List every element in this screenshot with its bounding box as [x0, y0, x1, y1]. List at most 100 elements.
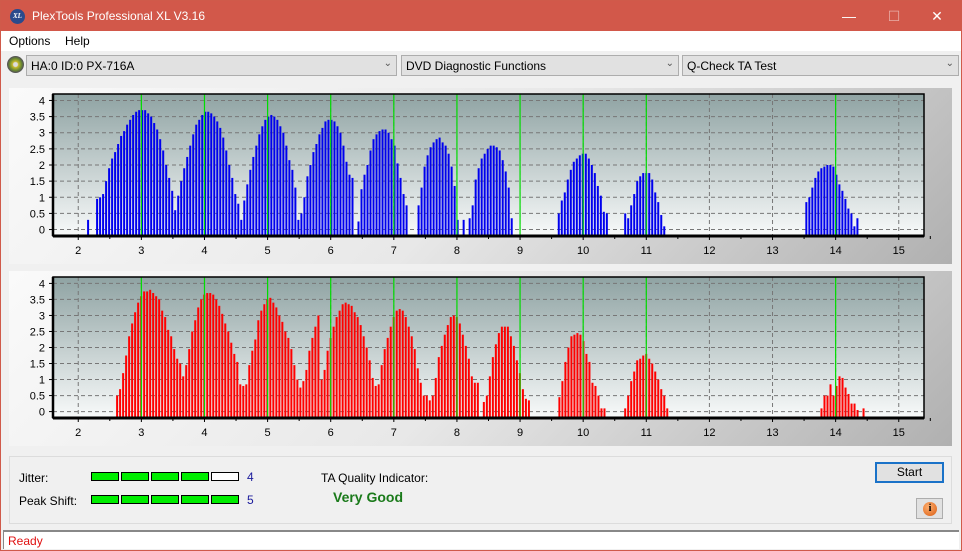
bar: [642, 355, 645, 418]
bar: [591, 382, 594, 418]
x-tick-label: 15: [893, 245, 905, 257]
peak-shift-meter-segment: [121, 495, 149, 504]
bar: [165, 165, 168, 236]
bar: [826, 395, 829, 418]
bar: [293, 365, 296, 418]
bar: [297, 219, 300, 236]
bar: [507, 187, 510, 236]
bar: [495, 147, 498, 236]
jitter-meter-segment: [151, 472, 179, 481]
bar: [630, 205, 633, 236]
bar: [269, 297, 272, 418]
bar: [377, 384, 380, 418]
jitter-meter-segment: [121, 472, 149, 481]
menu-options[interactable]: Options: [9, 34, 50, 48]
bar: [826, 165, 829, 236]
bar: [648, 358, 651, 418]
bar: [524, 398, 527, 418]
bar: [219, 127, 222, 236]
bar: [152, 293, 155, 418]
bar: [252, 156, 255, 236]
x-tick-label: 14: [830, 245, 842, 257]
bar: [326, 350, 329, 418]
bar: [245, 384, 248, 418]
function-group-select[interactable]: DVD Diagnostic Functions ⌄: [401, 55, 679, 76]
bar: [401, 310, 404, 418]
jitter-meter-segment: [211, 472, 239, 481]
bar: [366, 165, 369, 236]
bar: [350, 305, 353, 418]
bar: [198, 119, 201, 236]
bar: [579, 334, 582, 418]
bar: [437, 357, 440, 418]
x-tick-label: 3: [138, 245, 144, 257]
menu-bar: Options Help: [1, 31, 961, 51]
bar: [294, 187, 297, 236]
y-tick-label: 3: [39, 128, 45, 140]
bar: [164, 317, 167, 418]
bar: [829, 384, 832, 418]
minimize-button[interactable]: —: [826, 1, 872, 31]
bar: [419, 382, 422, 418]
quality-label: TA Quality Indicator:: [321, 471, 429, 485]
info-button[interactable]: i: [916, 498, 943, 519]
x-tick-label: 13: [766, 427, 778, 439]
close-button[interactable]: ✕: [914, 1, 960, 31]
x-tick-label: 9: [517, 245, 523, 257]
bar: [261, 126, 264, 236]
bar: [823, 395, 826, 418]
bar: [156, 129, 159, 236]
bar: [335, 317, 338, 418]
upper-chart-panel: 0 0.5 1 1.5 2 2.5 3 3.5 4 2 3 4 5 6 7 8 9 10 11 12 13 14 15: [9, 88, 952, 264]
peak-shift-meter-segment: [151, 495, 179, 504]
bar: [470, 376, 473, 418]
bar: [557, 213, 560, 236]
test-select[interactable]: Q-Check TA Test ⌄: [682, 55, 959, 76]
bar: [224, 323, 227, 418]
maximize-button[interactable]: ☐: [871, 1, 917, 31]
bar: [137, 302, 140, 418]
x-tick-label: 12: [703, 245, 715, 257]
bar: [119, 389, 122, 418]
bar: [333, 121, 336, 236]
bar: [461, 334, 464, 418]
bar: [155, 296, 158, 418]
bar: [311, 337, 314, 418]
bar: [596, 185, 599, 236]
bar: [290, 349, 293, 418]
bar: [314, 326, 317, 418]
y-tick-label: 4: [39, 95, 45, 107]
bar: [657, 379, 660, 418]
bar: [453, 185, 456, 236]
bar: [841, 377, 844, 418]
menu-help[interactable]: Help: [65, 34, 90, 48]
y-tick-label: 1.5: [30, 359, 45, 371]
bar: [639, 176, 642, 236]
chevron-down-icon: ⌄: [383, 58, 392, 69]
bar: [114, 152, 117, 236]
bar: [158, 299, 161, 418]
bar: [474, 179, 477, 236]
bar: [624, 213, 627, 236]
chevron-down-icon: ⌄: [945, 58, 954, 69]
quality-value: Very Good: [333, 489, 404, 505]
bar: [159, 139, 162, 236]
bar: [225, 150, 228, 236]
bar: [435, 139, 438, 236]
bar: [332, 326, 335, 418]
drive-select[interactable]: HA:0 ID:0 PX-716A ⌄: [26, 55, 397, 76]
bar: [369, 150, 372, 236]
bar: [240, 219, 243, 236]
peak-shift-meter-segment: [181, 495, 209, 504]
bar: [462, 219, 465, 236]
bar: [477, 168, 480, 236]
bar: [648, 173, 651, 236]
x-tick-label: 11: [641, 245, 652, 257]
x-tick-label: 14: [830, 427, 842, 439]
start-button[interactable]: Start: [875, 462, 944, 483]
bar: [270, 114, 273, 236]
bar: [654, 192, 657, 236]
bar: [630, 381, 633, 418]
x-tick-label: 7: [391, 427, 397, 439]
bar: [96, 198, 99, 236]
